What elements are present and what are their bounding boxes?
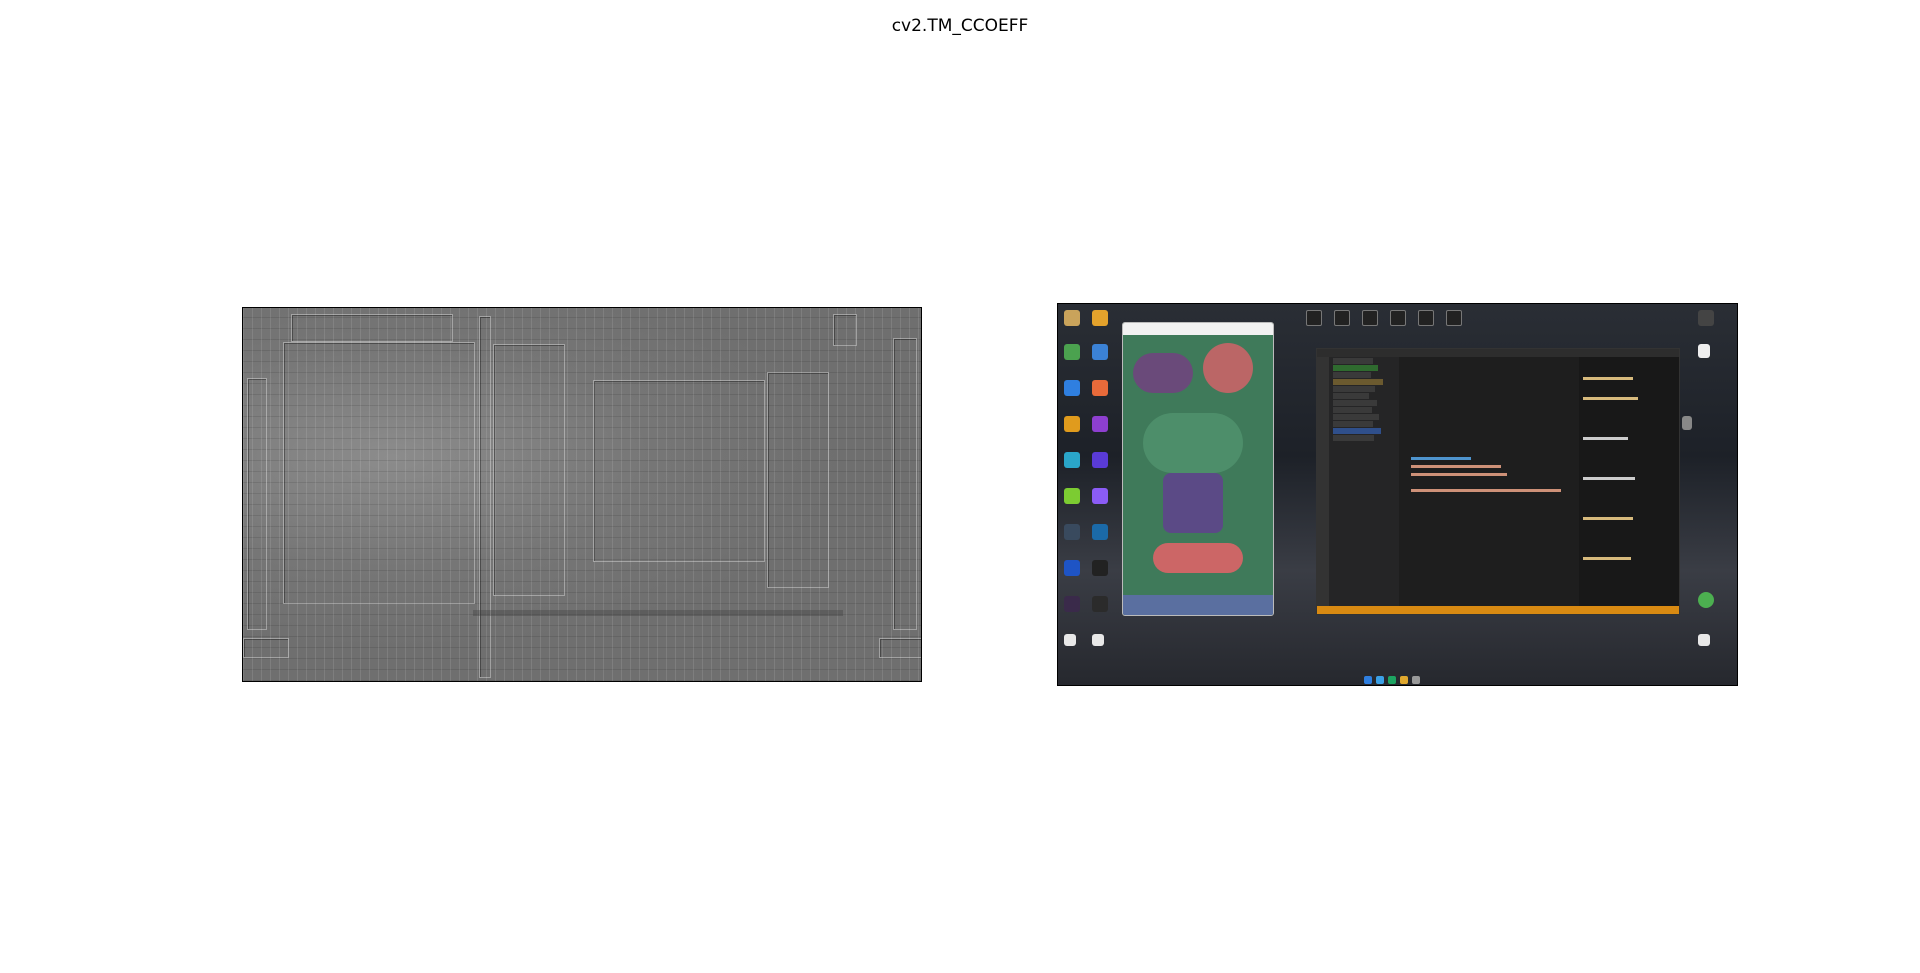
app-icon — [1092, 452, 1108, 468]
settings-icon[interactable] — [1446, 310, 1462, 326]
file-icon — [1698, 344, 1710, 358]
texture-block — [291, 314, 453, 342]
source-screenshot-image — [1057, 303, 1738, 686]
tree-item[interactable] — [1333, 435, 1374, 441]
tree-item[interactable] — [1333, 400, 1377, 406]
file-explorer[interactable] — [1329, 357, 1399, 606]
pen-icon[interactable] — [1334, 310, 1350, 326]
texture-block — [283, 342, 475, 604]
app-icon — [1092, 310, 1108, 326]
grid-icon[interactable] — [1306, 310, 1322, 326]
app-icon — [1064, 452, 1080, 468]
texture-block — [593, 380, 765, 562]
tree-item[interactable] — [1333, 386, 1375, 392]
app-icon[interactable] — [1388, 676, 1396, 684]
terminal-line — [1583, 517, 1633, 520]
file-icon — [1682, 416, 1692, 430]
app-icon — [1092, 560, 1108, 576]
card-icon[interactable] — [1390, 310, 1406, 326]
chat-icon — [1698, 592, 1714, 608]
app-icon — [1092, 524, 1108, 540]
game-building — [1133, 353, 1193, 393]
terminal-line — [1583, 397, 1638, 400]
tree-item[interactable] — [1333, 379, 1383, 385]
game-building — [1163, 473, 1223, 533]
code-line — [1411, 489, 1561, 492]
app-icon — [1092, 416, 1108, 432]
app-icon — [1698, 310, 1714, 326]
app-icon — [1064, 488, 1080, 504]
app-icon — [1064, 524, 1080, 540]
terminal-pane[interactable] — [1579, 357, 1679, 606]
app-icon — [1698, 634, 1710, 646]
folder-icon[interactable] — [1400, 676, 1408, 684]
app-icon — [1064, 380, 1080, 396]
phone-title-bar — [1123, 323, 1273, 335]
app-icon — [1092, 634, 1104, 646]
app-icon — [1064, 416, 1080, 432]
tree-item[interactable] — [1333, 372, 1371, 378]
texture-column — [247, 378, 267, 630]
code-editor-pane[interactable] — [1399, 357, 1577, 606]
status-bar — [1317, 606, 1679, 614]
app-icon — [1092, 488, 1108, 504]
game-building — [1203, 343, 1253, 393]
app-icon — [1064, 310, 1080, 326]
screen-icon[interactable] — [1362, 310, 1378, 326]
texture-column — [893, 338, 917, 630]
app-icon — [1092, 380, 1108, 396]
texture-block — [243, 638, 289, 658]
code-editor-window[interactable] — [1316, 348, 1680, 615]
app-icon — [1092, 596, 1108, 612]
app-icon — [1064, 596, 1080, 612]
game-bottom-bar[interactable] — [1123, 595, 1273, 615]
tree-item[interactable] — [1333, 428, 1381, 434]
tree-item[interactable] — [1333, 421, 1373, 427]
code-line — [1411, 465, 1501, 468]
tree-item[interactable] — [1333, 365, 1378, 371]
texture-block — [833, 314, 857, 346]
activity-bar[interactable] — [1317, 357, 1329, 606]
phone-emulator-window[interactable] — [1122, 322, 1274, 616]
app-icon — [1064, 344, 1080, 360]
tree-item[interactable] — [1333, 358, 1373, 364]
browser-icon[interactable] — [1376, 676, 1384, 684]
app-icon — [1064, 560, 1080, 576]
tree-item[interactable] — [1333, 393, 1369, 399]
windows-icon[interactable] — [1364, 676, 1372, 684]
app-icon[interactable] — [1412, 676, 1420, 684]
match-result-image — [242, 307, 922, 682]
texture-column — [493, 344, 565, 596]
app-icon — [1064, 634, 1076, 646]
texture-block — [879, 638, 921, 658]
tree-item[interactable] — [1333, 407, 1372, 413]
code-line — [1411, 457, 1471, 460]
game-area — [1143, 413, 1243, 473]
terminal-line — [1583, 477, 1635, 480]
terminal-line — [1583, 377, 1633, 380]
app-icon — [1092, 344, 1108, 360]
code-line — [1411, 473, 1507, 476]
texture-column — [767, 372, 829, 588]
figure-title: cv2.TM_CCOEFF — [891, 16, 1029, 36]
editor-menu-bar — [1317, 349, 1679, 357]
texture-bar — [473, 610, 843, 616]
tree-item[interactable] — [1333, 414, 1379, 420]
terminal-line — [1583, 557, 1631, 560]
game-building — [1153, 543, 1243, 573]
texture-stripe — [479, 316, 491, 678]
brush-icon[interactable] — [1418, 310, 1434, 326]
terminal-line — [1583, 437, 1628, 440]
